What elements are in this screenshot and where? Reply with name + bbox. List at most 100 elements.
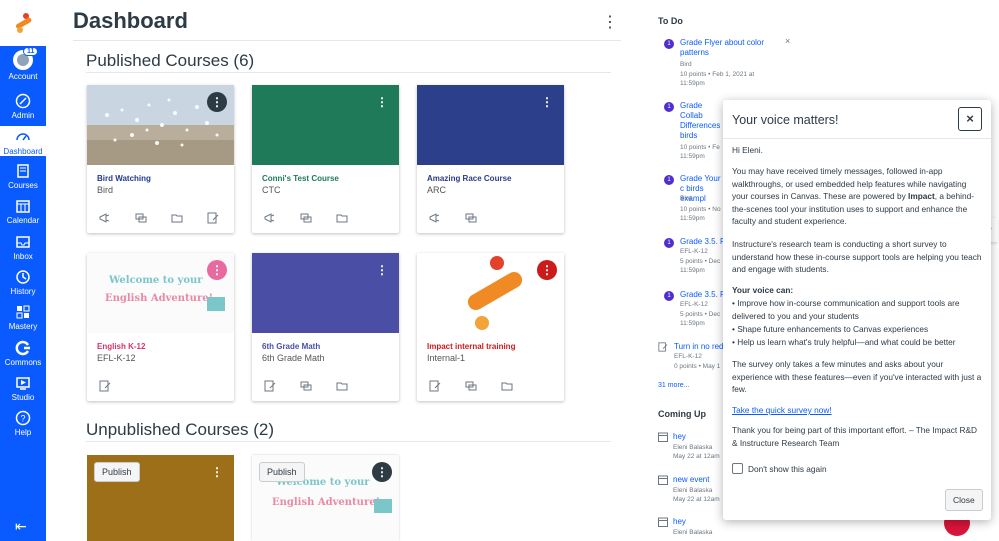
nav-commons[interactable]: Commons bbox=[0, 340, 46, 370]
nav-courses-label: Courses bbox=[8, 181, 38, 190]
todo-count-badge: 1 bbox=[664, 291, 674, 301]
course-options-icon[interactable]: ⋮ bbox=[372, 260, 392, 280]
nav-studio[interactable]: Studio bbox=[0, 375, 46, 405]
discussions-icon[interactable] bbox=[300, 212, 312, 224]
course-card-impact-internal-training[interactable]: ⋮ Impact internal training Internal-1 bbox=[417, 253, 564, 401]
course-options-icon[interactable]: ⋮ bbox=[207, 260, 227, 280]
todo-course: Bird bbox=[680, 195, 692, 202]
assignments-icon[interactable] bbox=[207, 212, 219, 224]
dont-show-again-checkbox[interactable] bbox=[732, 463, 743, 474]
publish-button[interactable]: Publish bbox=[259, 462, 305, 482]
course-name[interactable]: English K-12 bbox=[97, 342, 145, 351]
impact-bold: Impact bbox=[908, 191, 935, 201]
assignments-icon[interactable] bbox=[429, 380, 441, 392]
nav-dashboard-label: Dashboard bbox=[3, 147, 43, 156]
event-title[interactable]: new event bbox=[673, 475, 709, 484]
course-card-amazing-race[interactable]: ⋮ Amazing Race Course ARC bbox=[417, 85, 564, 233]
event-title[interactable]: hey bbox=[673, 432, 686, 441]
announcements-icon[interactable] bbox=[99, 212, 111, 224]
todo-course: Bird bbox=[680, 61, 692, 68]
nav-courses[interactable]: Courses bbox=[0, 163, 46, 193]
page-title: Dashboard bbox=[73, 8, 188, 33]
course-name[interactable]: Impact internal training bbox=[427, 342, 515, 351]
course-code: 6th Grade Math bbox=[262, 353, 325, 363]
global-nav: 11 Account Admin Dashboard Courses Calen… bbox=[0, 0, 46, 541]
welcome-line-2: English Adventure! bbox=[272, 497, 380, 508]
announcements-icon[interactable] bbox=[429, 212, 441, 224]
unpublished-courses-heading: Unpublished Courses (2) bbox=[86, 420, 275, 439]
todo-meta: 10 points • Fe 11:59pm bbox=[680, 144, 720, 160]
todo-title[interactable]: Grade 3.5. F bbox=[680, 290, 725, 300]
nav-help[interactable]: ? Help bbox=[0, 410, 46, 440]
todo-title[interactable]: Grade 3.5. F bbox=[680, 237, 725, 247]
course-name[interactable]: Amazing Race Course bbox=[427, 174, 511, 183]
files-icon[interactable] bbox=[336, 212, 348, 224]
course-options-icon[interactable]: ⋮ bbox=[372, 92, 392, 112]
nav-inbox-label: Inbox bbox=[13, 252, 33, 261]
todo-title[interactable]: Grade Collab Differences i birds bbox=[680, 101, 725, 141]
nav-account[interactable]: 11 Account bbox=[0, 47, 46, 86]
files-icon[interactable] bbox=[336, 380, 348, 392]
nav-dashboard[interactable]: Dashboard bbox=[0, 126, 46, 156]
nav-history[interactable]: History bbox=[0, 269, 46, 299]
course-card-bird-watching[interactable]: ⋮ Bird Watching Bird bbox=[87, 85, 234, 233]
course-options-icon[interactable]: ⋮ bbox=[537, 92, 557, 112]
todo-title[interactable]: Grade Flyer about color patterns bbox=[680, 38, 770, 58]
unpublished-course-card[interactable]: Welcome to your English Adventure! Publi… bbox=[252, 455, 399, 541]
bullet-2: • Shape future enhancements to Canvas ex… bbox=[732, 324, 929, 334]
files-icon[interactable] bbox=[171, 212, 183, 224]
divider bbox=[73, 40, 621, 41]
close-icon[interactable]: × bbox=[958, 107, 982, 131]
survey-link[interactable]: Take the quick survey now! bbox=[732, 404, 982, 417]
dismiss-todo-icon[interactable]: × bbox=[785, 36, 790, 46]
nav-account-label: Account bbox=[8, 72, 38, 81]
close-button[interactable]: Close bbox=[945, 489, 983, 511]
dashboard-main: Dashboard ⋮ Published Courses (6) ⋮ Bird… bbox=[46, 0, 626, 541]
announcements-icon[interactable] bbox=[264, 212, 276, 224]
voice-heading: Your voice can: bbox=[732, 285, 794, 295]
assignments-icon[interactable] bbox=[264, 380, 276, 392]
files-icon[interactable] bbox=[501, 380, 513, 392]
discussions-icon[interactable] bbox=[135, 212, 147, 224]
nav-admin[interactable]: Admin bbox=[0, 93, 46, 123]
assignments-icon[interactable] bbox=[99, 380, 111, 392]
course-code: CTC bbox=[262, 185, 281, 195]
course-options-icon[interactable]: ⋮ bbox=[207, 462, 227, 482]
course-name[interactable]: 6th Grade Math bbox=[262, 342, 320, 351]
dont-show-again-option[interactable]: Don't show this again bbox=[732, 463, 827, 474]
clock-icon bbox=[16, 270, 30, 284]
todo-course: EFL-K-12 bbox=[680, 301, 708, 308]
course-options-icon[interactable]: ⋮ bbox=[372, 462, 392, 482]
show-more-todo-link[interactable]: 31 more... bbox=[658, 382, 690, 389]
todo-count-badge: 1 bbox=[664, 238, 674, 248]
collapse-nav-icon[interactable]: ⇤ bbox=[15, 518, 27, 535]
event-title[interactable]: hey bbox=[673, 517, 686, 526]
nav-calendar-label: Calendar bbox=[6, 216, 40, 225]
inbox-icon bbox=[16, 236, 30, 248]
divider bbox=[723, 138, 991, 139]
canvas-logo[interactable] bbox=[0, 0, 46, 46]
course-name[interactable]: Conni's Test Course bbox=[262, 174, 339, 183]
survey-paragraph: The survey only takes a few minutes and … bbox=[732, 359, 982, 394]
course-card-english-k12[interactable]: Welcome to your English Adventure! ⋮ Eng… bbox=[87, 253, 234, 401]
dashboard-options-icon[interactable]: ⋮ bbox=[602, 12, 618, 32]
discussions-icon[interactable] bbox=[465, 212, 477, 224]
divider bbox=[86, 441, 611, 442]
nav-mastery[interactable]: Mastery bbox=[0, 304, 46, 334]
publish-button[interactable]: Publish bbox=[94, 462, 140, 482]
course-card-6th-grade-math[interactable]: ⋮ 6th Grade Math 6th Grade Math bbox=[252, 253, 399, 401]
event-time: May 22 at 12am bbox=[673, 496, 720, 503]
discussions-icon[interactable] bbox=[465, 380, 477, 392]
course-card-connis-test-course[interactable]: ⋮ Conni's Test Course CTC bbox=[252, 85, 399, 233]
course-name[interactable]: Bird Watching bbox=[97, 174, 151, 183]
mastery-icon bbox=[16, 305, 30, 319]
studio-icon bbox=[16, 377, 30, 390]
unpublished-course-card[interactable]: Publish ⋮ bbox=[87, 455, 234, 541]
course-options-icon[interactable]: ⋮ bbox=[207, 92, 227, 112]
course-code: Bird bbox=[97, 185, 114, 195]
nav-inbox[interactable]: Inbox bbox=[0, 234, 46, 264]
course-options-icon[interactable]: ⋮ bbox=[537, 260, 557, 280]
discussions-icon[interactable] bbox=[300, 380, 312, 392]
nav-calendar[interactable]: Calendar bbox=[0, 198, 46, 228]
shield-icon bbox=[15, 93, 31, 109]
